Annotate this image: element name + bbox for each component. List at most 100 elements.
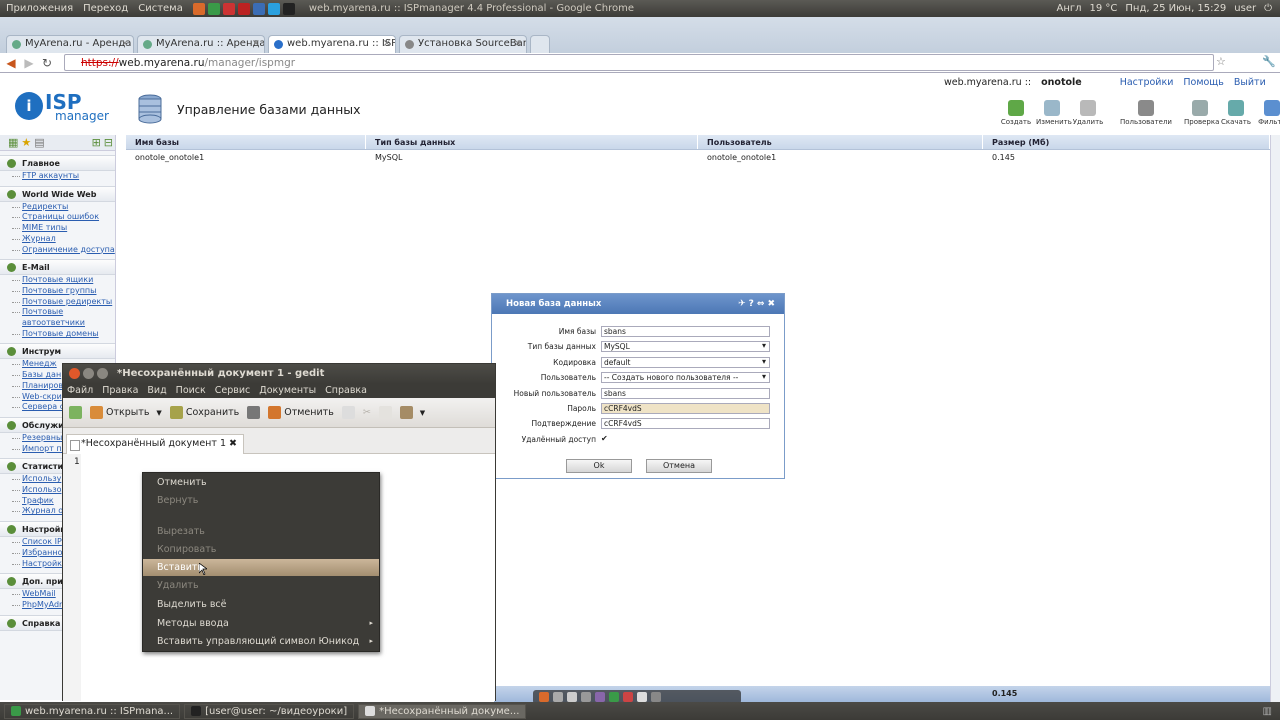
db-name-input[interactable]: sbans bbox=[601, 326, 770, 337]
tab-close-icon[interactable]: × bbox=[383, 38, 391, 49]
new-user-input[interactable]: sbans bbox=[601, 388, 770, 399]
clock[interactable]: Пнд, 25 Июн, 15:29 bbox=[1125, 3, 1226, 14]
sidebar-item[interactable]: Почтовые ящики bbox=[0, 275, 115, 286]
taskbar-item-gedit[interactable]: *Несохранённый докуме... bbox=[358, 703, 527, 719]
launcher-skype-icon[interactable] bbox=[267, 2, 280, 15]
toolbar-overflow-icon[interactable]: ▼ bbox=[420, 409, 425, 417]
menu-item-insert-unicode[interactable]: Вставить управляющий символ Юникод ▸ bbox=[143, 633, 379, 650]
dock-settings-icon[interactable] bbox=[581, 692, 591, 702]
menu-applications[interactable]: Приложения bbox=[6, 3, 73, 14]
check-button[interactable]: Проверка bbox=[1184, 100, 1219, 126]
tab-close-icon[interactable]: × bbox=[514, 38, 522, 49]
confirm-password-input[interactable]: cCRF4vdS bbox=[601, 418, 770, 429]
tab-close-icon[interactable]: ✖ bbox=[229, 438, 237, 449]
dock-firefox-icon[interactable] bbox=[539, 692, 549, 702]
column-header-db-type[interactable]: Тип базы данных bbox=[366, 135, 698, 149]
menu-documents[interactable]: Документы bbox=[259, 384, 316, 398]
gedit-titlebar[interactable]: *Несохранённый документ 1 - gedit bbox=[63, 364, 495, 384]
menu-tools[interactable]: Сервис bbox=[215, 384, 251, 398]
cancel-button[interactable]: Отмена bbox=[646, 459, 712, 473]
power-icon[interactable]: ⏻ bbox=[1264, 3, 1272, 14]
menu-file[interactable]: Файл bbox=[67, 384, 93, 398]
sidebar-group-title[interactable]: World Wide Web bbox=[0, 185, 115, 202]
close-icon[interactable]: ✖ bbox=[767, 299, 778, 309]
tab-close-icon[interactable]: × bbox=[121, 38, 129, 49]
sidebar-item[interactable]: Журнал bbox=[0, 234, 115, 245]
menu-item-redo[interactable]: Вернуть bbox=[143, 492, 379, 509]
sidebar-item[interactable]: Почтовые автоответчики bbox=[0, 307, 115, 328]
wrench-menu-icon[interactable]: 🔧 bbox=[1262, 55, 1276, 68]
window-close-icon[interactable] bbox=[69, 368, 80, 379]
create-button[interactable]: Создать bbox=[1000, 100, 1032, 126]
menu-item-paste[interactable]: Вставить bbox=[143, 559, 379, 576]
dock-files-icon[interactable] bbox=[553, 692, 563, 702]
back-arrow-icon[interactable]: ◀ bbox=[4, 56, 18, 70]
pin-icon[interactable]: ✈ bbox=[738, 299, 749, 309]
launcher-thunderbird-icon[interactable] bbox=[252, 2, 265, 15]
dock-editor-icon[interactable] bbox=[637, 692, 647, 702]
taskbar-item-chrome[interactable]: web.myarena.ru :: ISPmana... bbox=[4, 703, 181, 719]
password-input[interactable]: cCRF4vdS bbox=[601, 403, 770, 414]
window-minimize-icon[interactable] bbox=[83, 368, 94, 379]
user-select[interactable]: -- Создать нового пользователя -- bbox=[601, 372, 770, 383]
page-scrollbar[interactable] bbox=[1270, 135, 1280, 702]
menu-view[interactable]: Вид bbox=[147, 384, 166, 398]
ok-button[interactable]: Ok bbox=[566, 459, 632, 473]
browser-tab[interactable]: Установка SourceBans × bbox=[399, 35, 527, 53]
launcher-chrome-icon[interactable] bbox=[207, 2, 220, 15]
trash-icon[interactable]: ▥ bbox=[1263, 706, 1272, 717]
sidebar-item[interactable]: Страницы ошибок bbox=[0, 212, 115, 223]
edit-button[interactable]: Изменить bbox=[1036, 100, 1072, 126]
encoding-select[interactable]: default bbox=[601, 357, 770, 368]
browser-tab[interactable]: MyArena.ru :: Аренда и × bbox=[137, 35, 265, 53]
tree-icon[interactable]: ▦ bbox=[8, 136, 18, 149]
settings-link[interactable]: Настройки bbox=[1120, 77, 1174, 88]
dock-trash-icon[interactable] bbox=[651, 692, 661, 702]
remote-access-checkbox[interactable]: ✔ bbox=[601, 434, 608, 443]
launcher-terminal-icon[interactable] bbox=[282, 2, 295, 15]
dock-chat-icon[interactable] bbox=[595, 692, 605, 702]
download-button[interactable]: Скачать bbox=[1220, 100, 1252, 126]
sidebar-item[interactable]: Почтовые редиректы bbox=[0, 297, 115, 308]
address-bar[interactable]: https://web.myarena.ru/manager/ispmgr bbox=[64, 54, 1214, 71]
document-tab[interactable]: *Несохранённый документ 1 ✖ bbox=[66, 434, 244, 454]
favorites-star-icon[interactable]: ★ bbox=[21, 136, 31, 149]
cut-button[interactable]: ✂ bbox=[363, 407, 371, 418]
menu-item-input-methods[interactable]: Методы ввода ▸ bbox=[143, 615, 379, 632]
help-link[interactable]: Помощь bbox=[1183, 77, 1223, 88]
collapse-all-icon[interactable]: ⊟ bbox=[104, 136, 113, 149]
menu-system[interactable]: Система bbox=[138, 3, 183, 14]
menu-item-cut[interactable]: Вырезать bbox=[143, 523, 379, 540]
filter-button[interactable]: Фильтр bbox=[1256, 100, 1280, 126]
user-menu[interactable]: user bbox=[1234, 3, 1256, 14]
sidebar-item[interactable]: Почтовые домены bbox=[0, 329, 115, 340]
dock-chrome-icon[interactable] bbox=[609, 692, 619, 702]
taskbar-item-terminal[interactable]: [user@user: ~/видеоуроки] bbox=[184, 703, 355, 719]
keyboard-layout-indicator[interactable]: Англ bbox=[1056, 3, 1081, 14]
db-type-select[interactable]: MySQL bbox=[601, 341, 770, 352]
sidebar-item[interactable]: Редиректы bbox=[0, 202, 115, 213]
table-row[interactable]: onotole_onotole1 MySQL onotole_onotole1 … bbox=[126, 150, 1270, 164]
print-button[interactable] bbox=[247, 406, 261, 419]
sidebar-item[interactable]: Ограничение доступа bbox=[0, 245, 115, 256]
users-button[interactable]: Пользователи bbox=[1118, 100, 1174, 126]
sidebar-item[interactable]: FTP аккаунты bbox=[0, 171, 115, 182]
reload-icon[interactable]: ↻ bbox=[40, 56, 54, 70]
browser-tab[interactable]: MyArena.ru - Аренда и × bbox=[6, 35, 134, 53]
menu-edit[interactable]: Правка bbox=[102, 384, 138, 398]
new-tab-button[interactable] bbox=[530, 35, 550, 53]
menu-item-undo[interactable]: Отменить bbox=[143, 474, 379, 491]
copy-button[interactable] bbox=[378, 406, 392, 419]
maximize-icon[interactable]: ⇔ bbox=[757, 299, 768, 309]
column-header-db-name[interactable]: Имя базы bbox=[126, 135, 366, 149]
weather-indicator[interactable]: 19 °C bbox=[1090, 3, 1118, 14]
menu-item-copy[interactable]: Копировать bbox=[143, 541, 379, 558]
tab-close-icon[interactable]: × bbox=[252, 38, 260, 49]
forward-arrow-icon[interactable]: ▶ bbox=[22, 56, 36, 70]
delete-button[interactable]: Удалить bbox=[1072, 100, 1104, 126]
menu-help[interactable]: Справка bbox=[325, 384, 367, 398]
logout-link[interactable]: Выйти bbox=[1234, 77, 1266, 88]
column-header-user[interactable]: Пользователь bbox=[698, 135, 983, 149]
sidebar-group-title[interactable]: Главное bbox=[0, 155, 115, 171]
sidebar-group-title[interactable]: E-Mail bbox=[0, 259, 115, 276]
